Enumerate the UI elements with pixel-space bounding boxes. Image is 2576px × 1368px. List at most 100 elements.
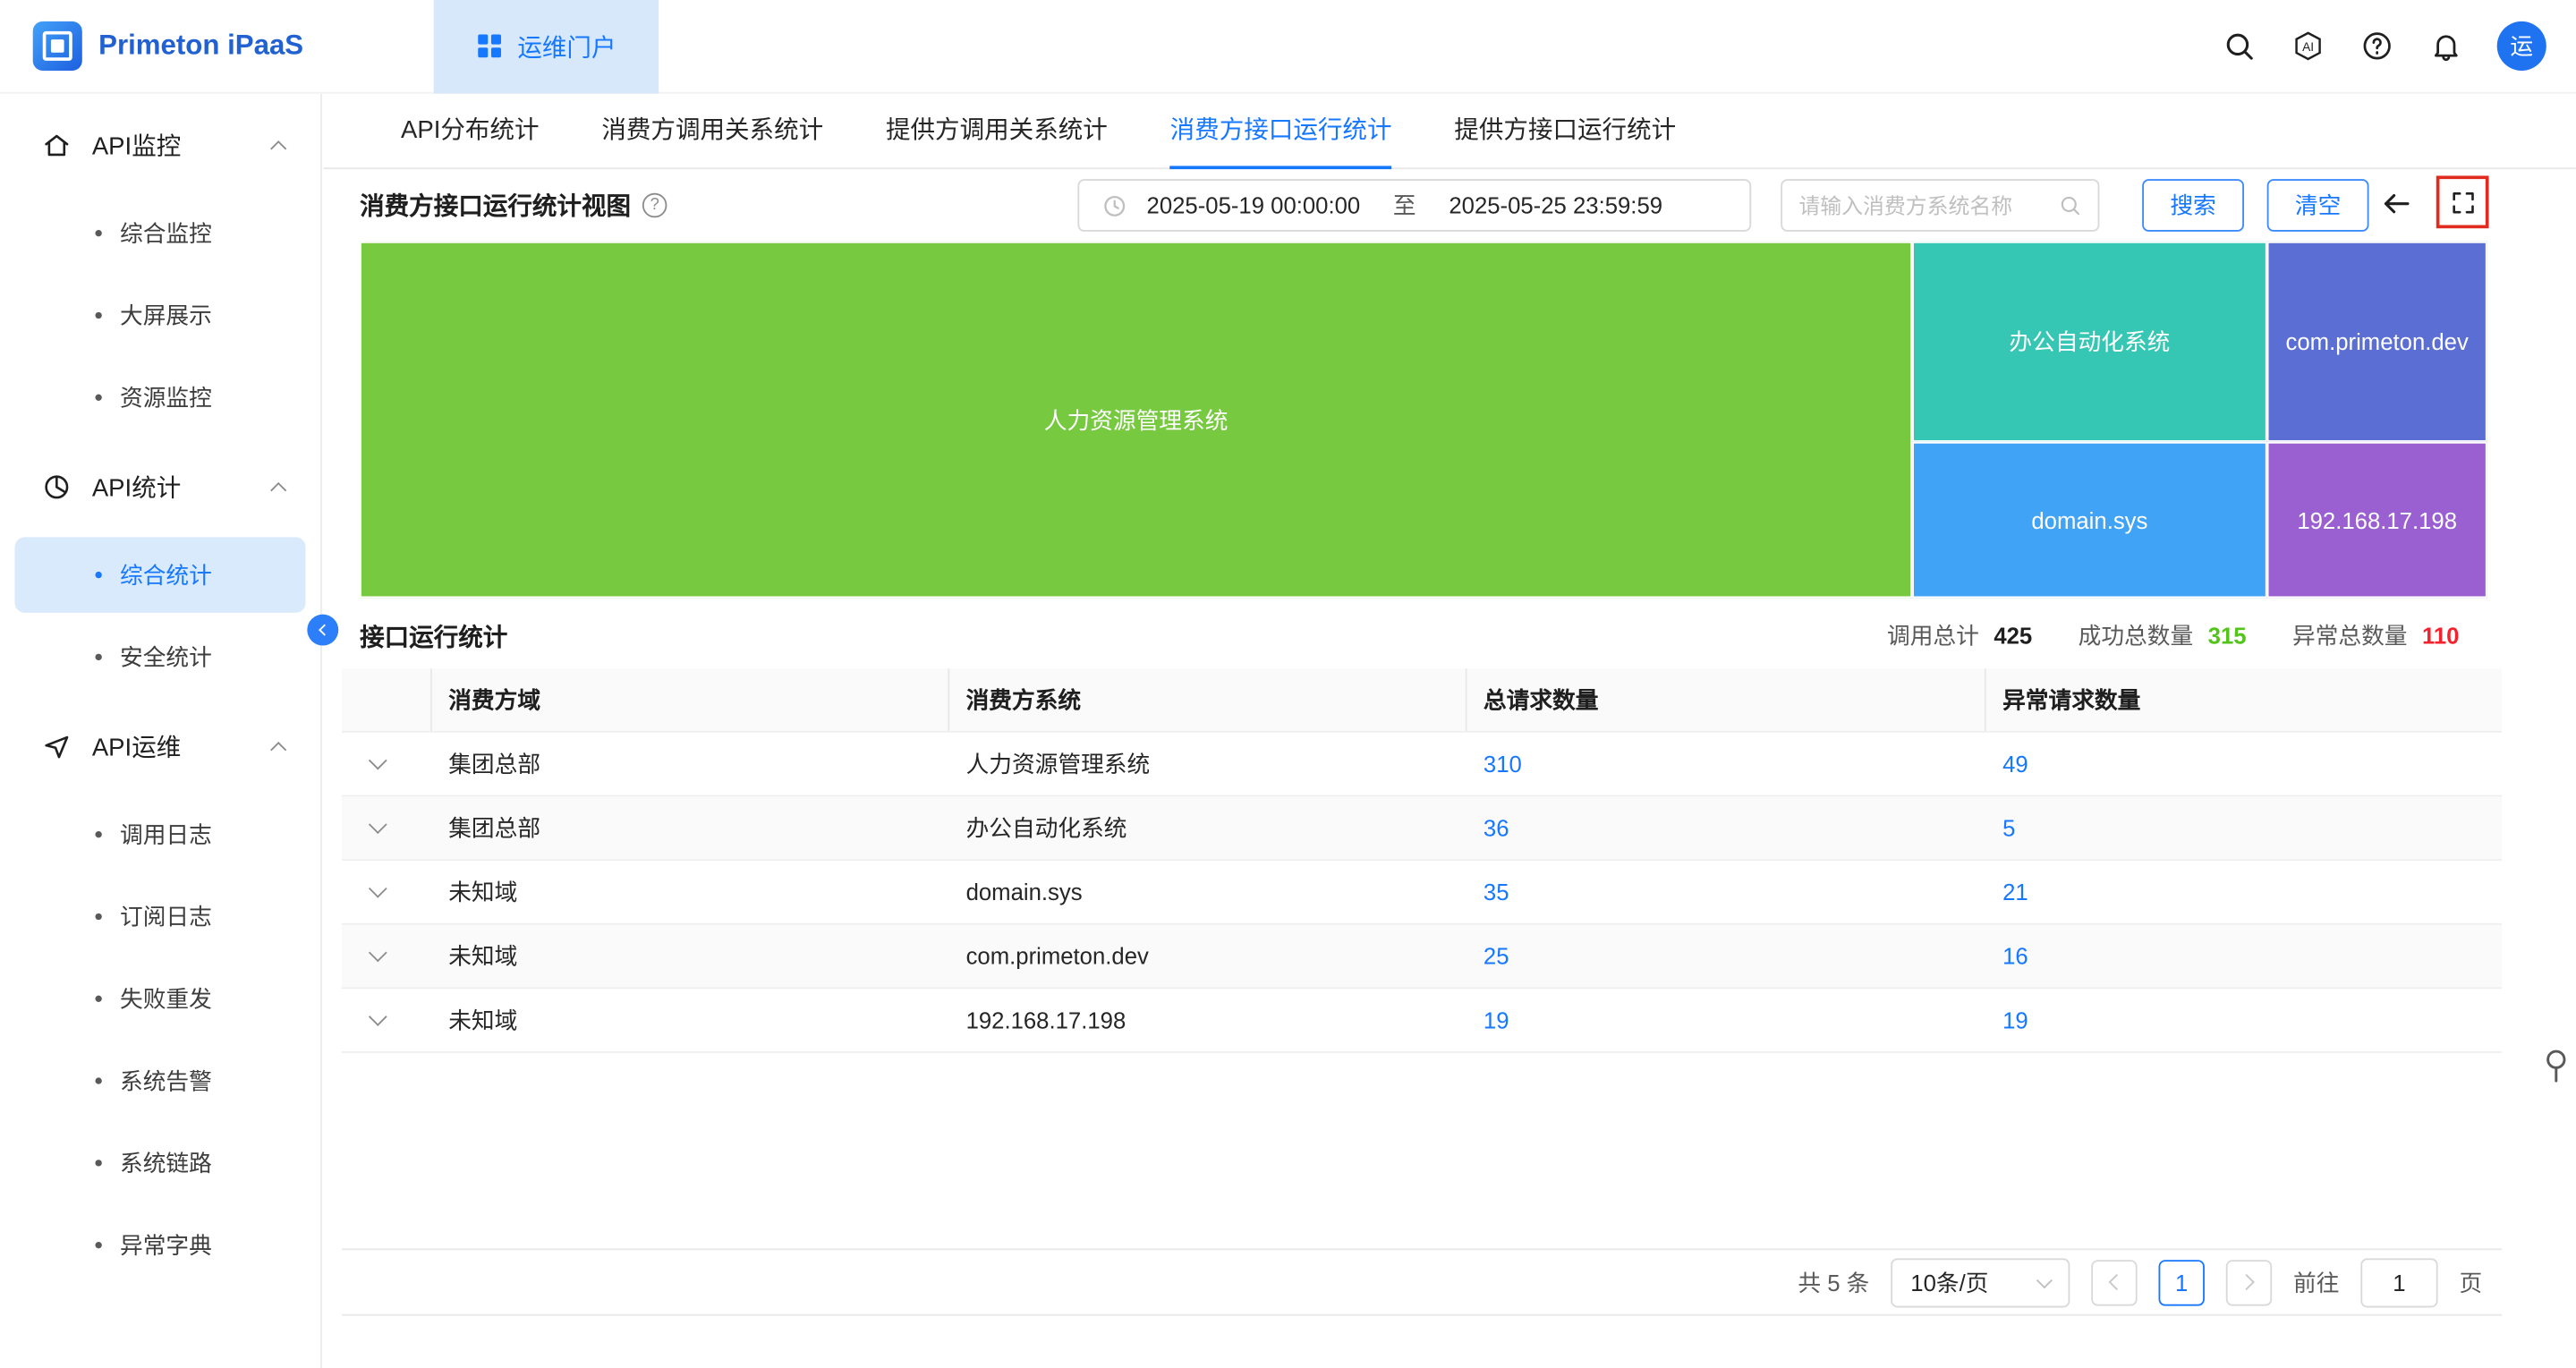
- consumer-system-treemap: 人力资源管理系统 办公自动化系统 com.primeton.dev domain…: [360, 242, 2487, 598]
- summary-stats: 调用总计 425 成功总数量 315 异常总数量 110: [1887, 619, 2460, 652]
- stat-total-label: 调用总计: [1887, 619, 1979, 652]
- fullscreen-icon[interactable]: [2449, 188, 2477, 216]
- date-start-value[interactable]: 2025-05-19 00:00:00: [1147, 192, 1361, 218]
- cell-total-link[interactable]: 36: [1484, 815, 1509, 841]
- treemap-cell[interactable]: 办公自动化系统: [1912, 242, 2267, 442]
- tab-api-distribution[interactable]: API分布统计: [401, 112, 540, 167]
- sidebar-item-label: 调用日志: [120, 818, 212, 851]
- help-icon[interactable]: [2359, 28, 2394, 64]
- cell-domain: 集团总部: [432, 733, 949, 795]
- tab-provider-api-run-stats[interactable]: 提供方接口运行统计: [1454, 112, 1676, 167]
- sidebar-item-comprehensive-stats[interactable]: 综合统计: [15, 537, 306, 612]
- floating-pin-icon[interactable]: [2541, 1047, 2571, 1086]
- page-unit-label: 页: [2459, 1266, 2482, 1299]
- cell-domain: 未知域: [432, 989, 949, 1051]
- date-separator: 至: [1360, 189, 1449, 222]
- sidebar-item-failure-retry[interactable]: 失败重发: [15, 961, 306, 1036]
- sidebar-item-label: 异常字典: [120, 1228, 212, 1262]
- treemap-cell[interactable]: 人力资源管理系统: [360, 242, 1912, 598]
- cell-domain: 未知域: [432, 861, 949, 923]
- next-page-button[interactable]: [2226, 1259, 2272, 1304]
- bullet-icon: [95, 1242, 101, 1248]
- run-stats-table: 消费方域 消费方系统 总请求数量 异常请求数量 集团总部 人力资源管理系统 31…: [342, 668, 2502, 1053]
- portal-tab-ops[interactable]: 运维门户: [434, 0, 659, 93]
- bullet-icon: [95, 996, 101, 1002]
- treemap-cell[interactable]: com.primeton.dev: [2267, 242, 2487, 442]
- cell-errors-link[interactable]: 16: [2002, 943, 2028, 969]
- sidebar-group-label: API统计: [92, 469, 251, 504]
- sidebar-item-resource-monitor[interactable]: 资源监控: [15, 360, 306, 435]
- cell-total-link[interactable]: 19: [1484, 1007, 1509, 1032]
- stats-tab-bar: API分布统计 消费方调用关系统计 提供方调用关系统计 消费方接口运行统计 提供…: [324, 94, 2576, 169]
- sidebar-item-big-screen[interactable]: 大屏展示: [15, 277, 306, 353]
- date-range-picker[interactable]: 2025-05-19 00:00:00 至 2025-05-25 23:59:5…: [1077, 179, 1751, 232]
- sidebar-item-system-links[interactable]: 系统链路: [15, 1126, 306, 1201]
- notification-bell-icon[interactable]: [2428, 28, 2464, 64]
- treemap-cell[interactable]: 192.168.17.198: [2267, 442, 2487, 598]
- sidebar-item-subscription-logs[interactable]: 订阅日志: [15, 879, 306, 954]
- treemap-cell-label: domain.sys: [2031, 506, 2147, 532]
- brand: Primeton iPaaS: [0, 21, 434, 71]
- column-header-error-requests: 异常请求数量: [1986, 668, 2503, 731]
- pagination: 共 5 条 10条/页 1 前往 页: [342, 1248, 2502, 1315]
- date-end-value[interactable]: 2025-05-25 23:59:59: [1449, 192, 1662, 218]
- view-title-wrap: 消费方接口运行统计视图 ?: [360, 188, 667, 223]
- goto-page-input[interactable]: [2360, 1257, 2437, 1306]
- sidebar-item-comprehensive-monitor[interactable]: 综合监控: [15, 195, 306, 270]
- tab-consumer-call-relation[interactable]: 消费方调用关系统计: [601, 112, 823, 167]
- page-number-current[interactable]: 1: [2159, 1259, 2205, 1304]
- user-avatar[interactable]: 运: [2497, 21, 2546, 71]
- treemap-cell-label: 办公自动化系统: [2009, 326, 2170, 359]
- bullet-icon: [95, 913, 101, 920]
- cell-errors-link[interactable]: 49: [2002, 751, 2028, 777]
- row-expand-chevron-icon[interactable]: [369, 879, 387, 898]
- sidebar-item-label: 大屏展示: [120, 299, 212, 332]
- bullet-icon: [95, 654, 101, 660]
- bullet-icon: [95, 230, 101, 236]
- clear-button[interactable]: 清空: [2267, 179, 2369, 232]
- column-header-system: 消费方系统: [949, 668, 1467, 731]
- app-window: Primeton iPaaS 运维门户 AI 运: [0, 0, 2576, 1368]
- ai-assistant-icon[interactable]: AI: [2290, 28, 2325, 64]
- row-expand-chevron-icon[interactable]: [369, 752, 387, 770]
- bullet-icon: [95, 831, 101, 837]
- sidebar-item-security-stats[interactable]: 安全统计: [15, 619, 306, 694]
- main-content: API分布统计 消费方调用关系统计 提供方调用关系统计 消费方接口运行统计 提供…: [324, 94, 2576, 1368]
- cell-errors-link[interactable]: 5: [2002, 815, 2015, 841]
- tab-consumer-api-run-stats[interactable]: 消费方接口运行统计: [1170, 112, 1392, 167]
- cell-total-link[interactable]: 310: [1484, 751, 1522, 777]
- treemap-cell-label: 192.168.17.198: [2297, 506, 2457, 532]
- sidebar-item-call-logs[interactable]: 调用日志: [15, 796, 306, 871]
- stat-error-label: 异常总数量: [2292, 619, 2408, 652]
- row-expand-chevron-icon[interactable]: [369, 815, 387, 834]
- sidebar-group-api-stats[interactable]: API统计: [0, 442, 320, 531]
- page-size-select[interactable]: 10条/页: [1891, 1257, 2070, 1306]
- sidebar-group-api-ops[interactable]: API运维: [0, 701, 320, 790]
- cell-total-link[interactable]: 35: [1484, 879, 1509, 905]
- cell-errors-link[interactable]: 19: [2002, 1007, 2028, 1032]
- cell-errors-link[interactable]: 21: [2002, 879, 2028, 905]
- info-icon[interactable]: ?: [642, 193, 667, 218]
- row-expand-chevron-icon[interactable]: [369, 943, 387, 962]
- sidebar-item-system-alerts[interactable]: 系统告警: [15, 1043, 306, 1118]
- ai-badge-text: AI: [2302, 40, 2314, 54]
- portal-tab-label: 运维门户: [517, 29, 616, 64]
- sidebar-collapse-toggle[interactable]: [307, 615, 338, 646]
- search-icon[interactable]: [2221, 28, 2257, 64]
- search-input[interactable]: [1798, 193, 2058, 218]
- sidebar-group-label: API监控: [92, 127, 251, 162]
- chevron-up-icon: [270, 481, 286, 497]
- cell-system: com.primeton.dev: [949, 925, 1467, 988]
- prev-page-button[interactable]: [2091, 1259, 2137, 1304]
- sidebar-group-api-monitor[interactable]: API监控: [0, 100, 320, 189]
- row-expand-chevron-icon[interactable]: [369, 1007, 387, 1026]
- sidebar-item-label: 系统链路: [120, 1147, 212, 1180]
- cell-system: 192.168.17.198: [949, 989, 1467, 1051]
- tab-provider-call-relation[interactable]: 提供方调用关系统计: [886, 112, 1108, 167]
- treemap-cell[interactable]: domain.sys: [1912, 442, 2267, 598]
- cell-total-link[interactable]: 25: [1484, 943, 1509, 969]
- header-actions: AI 运: [2221, 21, 2576, 71]
- search-button[interactable]: 搜索: [2142, 179, 2244, 232]
- sidebar-item-error-dictionary[interactable]: 异常字典: [15, 1207, 306, 1282]
- back-arrow-icon[interactable]: [2380, 187, 2416, 223]
